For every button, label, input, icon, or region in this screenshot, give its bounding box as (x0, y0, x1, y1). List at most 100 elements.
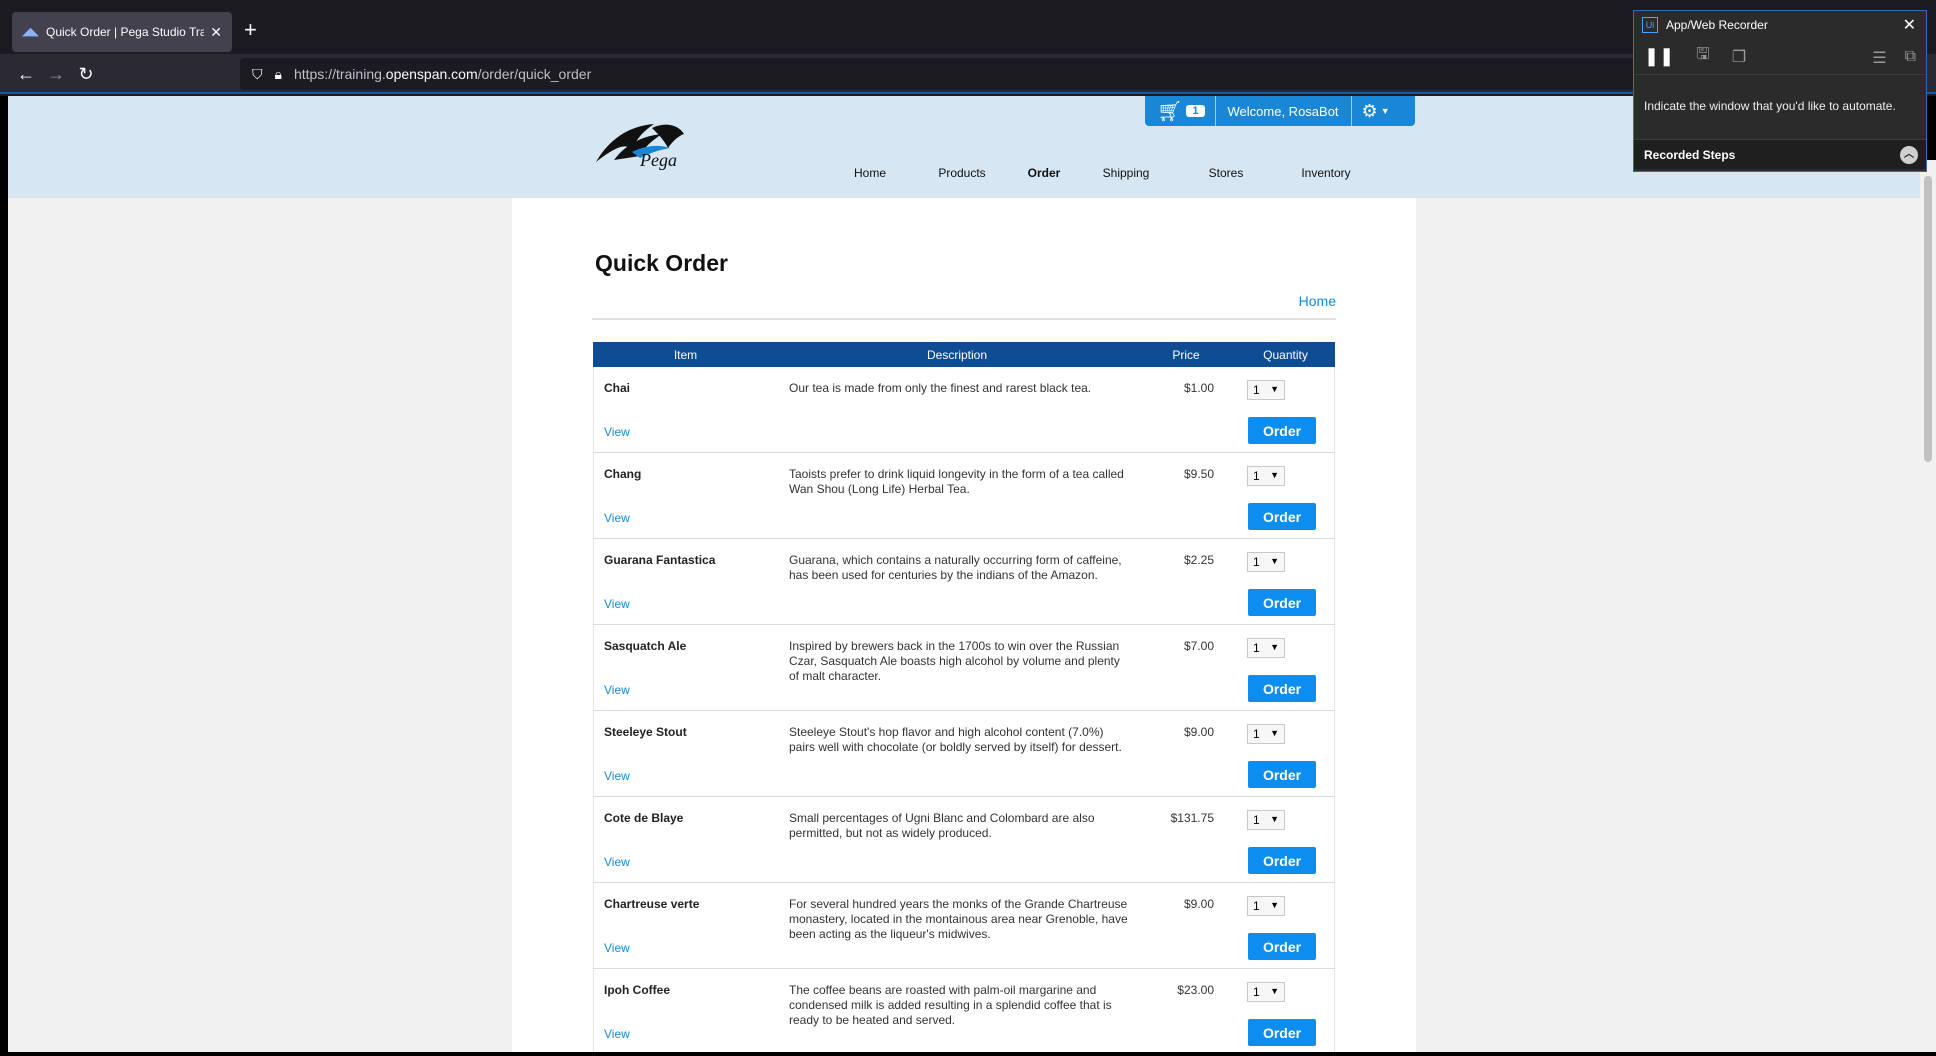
order-button[interactable]: Order (1248, 503, 1316, 530)
quantity-value: 1 (1253, 985, 1260, 999)
nav-inventory[interactable]: Inventory (1276, 166, 1376, 186)
user-toolbar: 🛒︎ 1 Welcome, RosaBot ⚙ ▼ (1145, 96, 1415, 126)
view-link[interactable]: View (604, 597, 630, 611)
quantity-select[interactable]: 1 ▼ (1247, 638, 1285, 658)
quantity-value: 1 (1253, 555, 1260, 569)
gear-icon: ⚙ (1361, 100, 1378, 121)
nav-stores[interactable]: Stores (1176, 166, 1276, 186)
order-button[interactable]: Order (1248, 847, 1316, 874)
lock-icon[interactable]: 🔒︎ (275, 66, 282, 83)
order-button[interactable]: Order (1248, 417, 1316, 444)
order-button[interactable]: Order (1248, 675, 1316, 702)
table-body: Chai View Our tea is made from only the fi… (593, 367, 1335, 1052)
settings-menu-button[interactable]: ⚙ ▼ (1352, 101, 1400, 122)
column-header-item: Item (673, 347, 698, 362)
url-bar[interactable]: ⛉ 🔒︎ https://training.openspan.com/order… (240, 58, 1640, 90)
view-link[interactable]: View (604, 511, 630, 525)
table-row: Ipoh Coffee View The coffee beans are roas… (593, 969, 1335, 1052)
view-link[interactable]: View (604, 941, 630, 955)
reload-icon[interactable]: ↻ (74, 62, 98, 86)
nav-shipping[interactable]: Shipping (1076, 166, 1176, 186)
item-name: Chai (604, 381, 631, 395)
settings-window-icon[interactable]: ⧉ (1905, 48, 1916, 68)
url-text: https://training.openspan.com/order/quic… (293, 66, 592, 82)
forward-icon[interactable]: → (44, 62, 68, 86)
view-link[interactable]: View (604, 683, 630, 697)
quantity-select[interactable]: 1 ▼ (1247, 896, 1285, 916)
quantity-value: 1 (1253, 899, 1260, 913)
view-link[interactable]: View (604, 769, 630, 783)
pega-favicon-icon: ◢◣ (22, 26, 39, 38)
recorder-message: Indicate the window that you'd like to a… (1644, 99, 1896, 113)
order-button[interactable]: Order (1248, 589, 1316, 616)
item-description: For several hundred years the monks of t… (789, 897, 1128, 941)
chevron-down-icon: ▼ (1270, 814, 1279, 824)
view-link[interactable]: View (604, 425, 630, 439)
quantity-value: 1 (1253, 641, 1260, 655)
chevron-down-icon: ▼ (1270, 384, 1279, 394)
quantity-select[interactable]: 1 ▼ (1247, 982, 1285, 1002)
recorded-steps-label: Recorded Steps (1644, 147, 1736, 162)
quantity-select[interactable]: 1 ▼ (1247, 380, 1285, 400)
chevron-down-icon: ▼ (1270, 470, 1279, 480)
steps-list-icon[interactable]: ☰ (1872, 48, 1886, 68)
browser-tab[interactable]: ◢◣ Quick Order | Pega Studio Trai ✕ (12, 12, 232, 52)
chevron-up-icon[interactable]: ︿ (1900, 146, 1918, 164)
pega-logo[interactable]: Pega (592, 120, 702, 170)
breadcrumb-home-link[interactable]: Home (1299, 293, 1336, 309)
welcome-text: Welcome, RosaBot (1216, 96, 1352, 126)
recorder-toolbar: ❚❚ 🖫︎ ❐ ☰ ⧉ (1634, 39, 1926, 75)
item-description: Steeleye Stout's hop flavor and high alc… (789, 725, 1122, 754)
page-scrollbar[interactable] (1920, 160, 1936, 1052)
item-description: Guarana, which contains a naturally occu… (789, 553, 1122, 582)
page-viewport: Pega 🛒︎ 1 Welcome, RosaBot ⚙ ▼ Home Produ… (8, 96, 1920, 1052)
shield-icon[interactable]: ⛉ (252, 66, 263, 83)
cart-count-badge: 1 (1186, 105, 1205, 117)
view-link[interactable]: View (604, 855, 630, 869)
quantity-select[interactable]: 1 ▼ (1247, 724, 1285, 744)
close-icon[interactable]: ✕ (1903, 15, 1916, 35)
item-description: The coffee beans are roasted with palm-o… (789, 983, 1112, 1027)
quantity-select[interactable]: 1 ▼ (1247, 466, 1285, 486)
view-link[interactable]: View (604, 1027, 630, 1041)
order-button[interactable]: Order (1248, 761, 1316, 788)
item-name: Sasquatch Ale (604, 639, 687, 653)
item-price: $2.25 (1183, 553, 1214, 567)
table-row: Cote de Blaye View Small percentages of Ug… (593, 797, 1335, 883)
pause-icon[interactable]: ❚❚ (1644, 46, 1674, 67)
item-description: Our tea is made from only the finest and… (789, 381, 1092, 395)
quantity-select[interactable]: 1 ▼ (1247, 552, 1285, 572)
nav-order[interactable]: Order (1012, 166, 1076, 186)
item-description: Small percentages of Ugni Blanc and Colo… (789, 811, 1095, 840)
quick-order-table: Item Description Price Quantity Chai View… (593, 342, 1335, 1052)
item-price: $7.00 (1183, 639, 1214, 653)
back-icon[interactable]: ← (14, 62, 38, 86)
recorder-window: Ui App/Web Recorder ✕ ❚❚ 🖫︎ ❐ ☰ ⧉ Indica… (1633, 10, 1927, 172)
nav-products[interactable]: Products (912, 166, 1012, 186)
divider (592, 318, 1336, 320)
window-icon[interactable]: ❐ (1732, 47, 1746, 67)
uipath-logo-icon: Ui (1642, 17, 1658, 33)
item-description: Inspired by brewers back in the 1700s to… (789, 639, 1120, 683)
new-tab-icon[interactable]: + (244, 18, 257, 42)
item-name: Ipoh Coffee (604, 983, 670, 997)
chevron-down-icon: ▼ (1270, 728, 1279, 738)
order-button[interactable]: Order (1248, 933, 1316, 960)
caret-down-icon: ▼ (1380, 106, 1390, 116)
scrollbar-thumb[interactable] (1924, 176, 1932, 462)
main-nav: Home Products Order Shipping Stores Inve… (828, 166, 1376, 186)
cart-button[interactable]: 🛒︎ 1 (1145, 96, 1216, 126)
close-tab-icon[interactable]: ✕ (210, 24, 222, 41)
item-name: Chartreuse verte (604, 897, 700, 911)
nav-home[interactable]: Home (828, 166, 912, 186)
quantity-select[interactable]: 1 ▼ (1247, 810, 1285, 830)
chevron-down-icon: ▼ (1270, 986, 1279, 996)
table-row: Steeleye Stout View Steeleye Stout's hop f… (593, 711, 1335, 797)
order-button[interactable]: Order (1248, 1019, 1316, 1046)
table-row: Chai View Our tea is made from only the fi… (593, 367, 1335, 453)
save-icon[interactable]: 🖫︎ (1696, 43, 1710, 70)
item-price: $23.00 (1177, 983, 1214, 997)
page-title: Quick Order (595, 250, 728, 276)
item-name: Steeleye Stout (604, 725, 687, 739)
recorded-steps-header[interactable]: Recorded Steps ︿ (1634, 139, 1926, 169)
